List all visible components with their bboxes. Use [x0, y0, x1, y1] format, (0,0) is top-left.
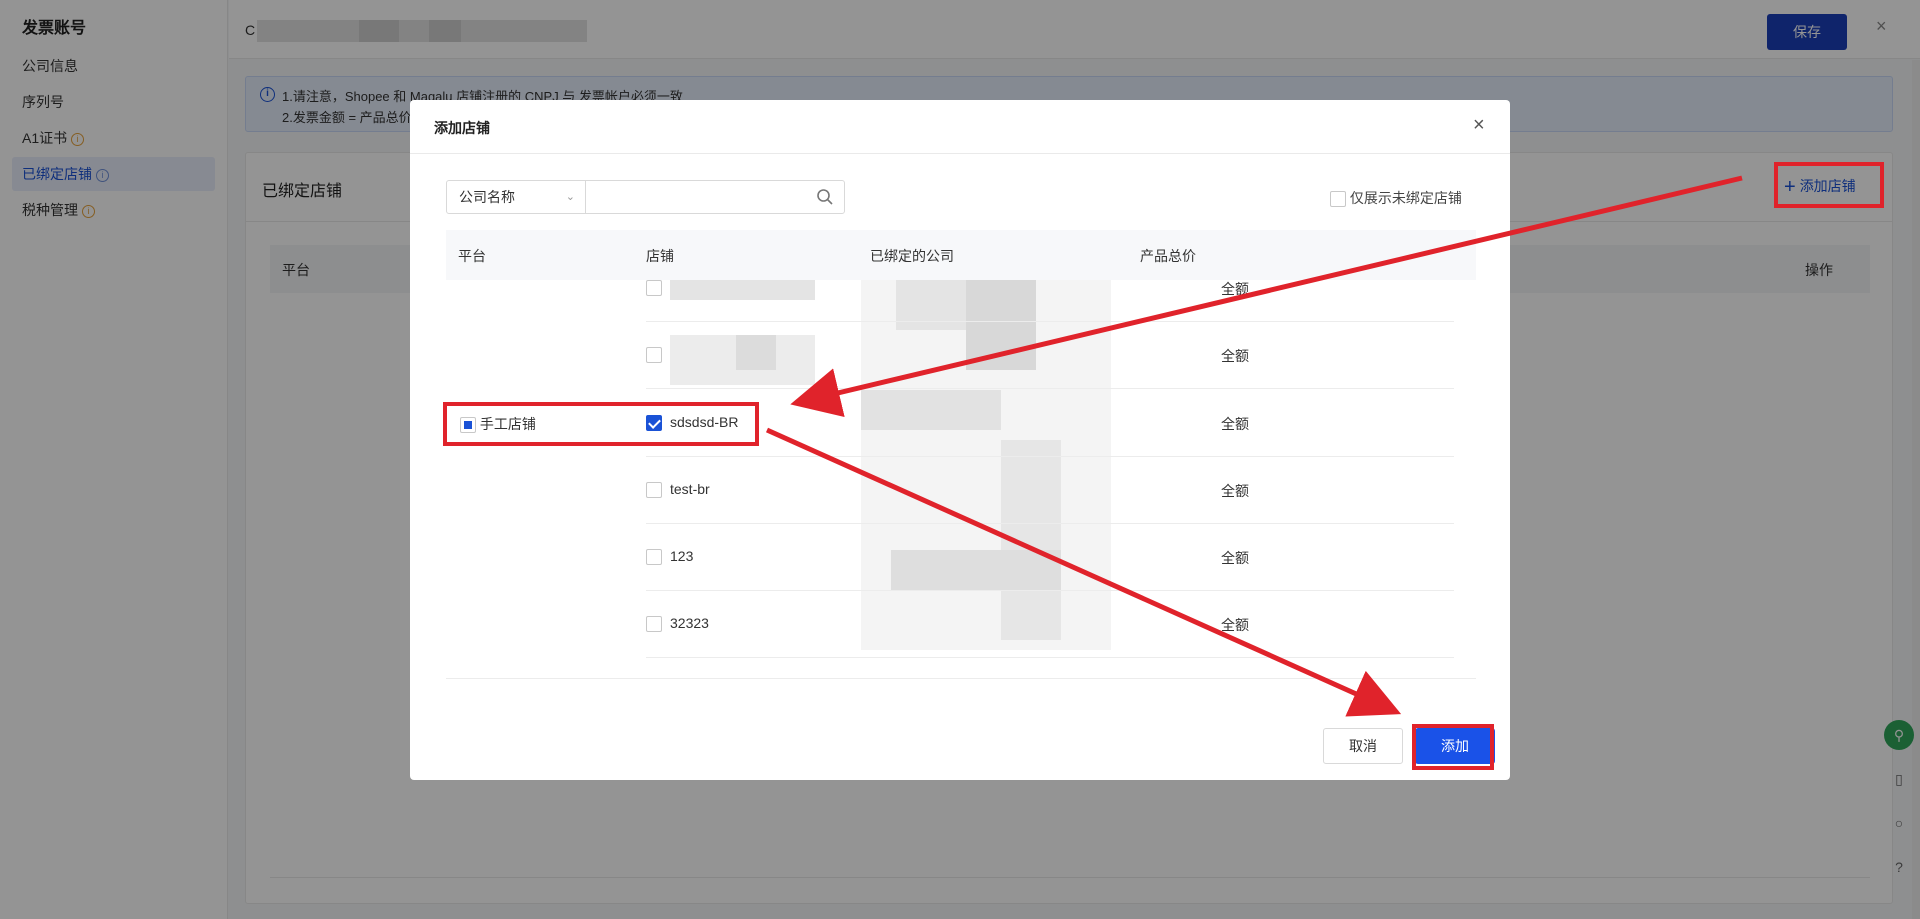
store-table: 平台 店铺 已绑定的公司 产品总价 全额 全额 手工店铺 sdsdsd-BR 全… [446, 230, 1476, 680]
search-icon[interactable] [816, 188, 834, 206]
highlight-selected-store [443, 402, 759, 446]
row-divider [646, 388, 1454, 389]
only-unbound-label: 仅展示未绑定店铺 [1349, 190, 1462, 206]
table-row: 123 全额 [446, 524, 1476, 591]
column-total-price: 产品总价 [1140, 248, 1196, 264]
row-checkbox[interactable] [646, 616, 662, 632]
highlight-add-button [1412, 724, 1494, 770]
close-icon[interactable]: × [1473, 114, 1485, 137]
row-divider [646, 657, 1454, 658]
store-name: 123 [670, 548, 694, 564]
chevron-down-icon: ⌄ [565, 191, 575, 203]
column-bound-company: 已绑定的公司 [870, 248, 954, 264]
table-row: 32323 全额 [446, 591, 1476, 658]
row-checkbox[interactable] [646, 482, 662, 498]
table-row: 全额 [446, 280, 1476, 322]
dialog-title: 添加店铺 [434, 120, 490, 136]
divider [446, 678, 1476, 679]
filter-select-value: 公司名称 [459, 189, 515, 205]
search-input[interactable] [585, 180, 845, 214]
total-price: 全额 [1221, 281, 1249, 297]
total-price: 全额 [1221, 483, 1249, 499]
only-unbound-checkbox[interactable] [1330, 191, 1346, 208]
dialog-header: 添加店铺 × [410, 100, 1510, 154]
store-name: 32323 [670, 615, 709, 631]
table-row: 全额 [446, 322, 1476, 389]
total-price: 全额 [1221, 617, 1249, 633]
total-price: 全额 [1221, 550, 1249, 566]
row-checkbox[interactable] [646, 549, 662, 565]
table-header: 平台 店铺 已绑定的公司 产品总价 [446, 230, 1476, 280]
store-name: test-br [670, 481, 710, 497]
row-checkbox[interactable] [646, 347, 662, 363]
filter-field-select[interactable]: 公司名称 ⌄ [446, 180, 586, 214]
total-price: 全额 [1221, 348, 1249, 364]
only-unbound-toggle[interactable]: 仅展示未绑定店铺 [1330, 188, 1462, 208]
column-store: 店铺 [646, 248, 674, 264]
highlight-add-store [1774, 162, 1884, 208]
table-body: 全额 全额 手工店铺 sdsdsd-BR 全额 test-br 全额 123 全… [446, 280, 1476, 680]
column-platform: 平台 [458, 248, 486, 264]
cancel-button[interactable]: 取消 [1323, 728, 1403, 764]
table-row: test-br 全额 [446, 457, 1476, 524]
row-checkbox[interactable] [646, 280, 662, 296]
total-price: 全额 [1221, 416, 1249, 432]
